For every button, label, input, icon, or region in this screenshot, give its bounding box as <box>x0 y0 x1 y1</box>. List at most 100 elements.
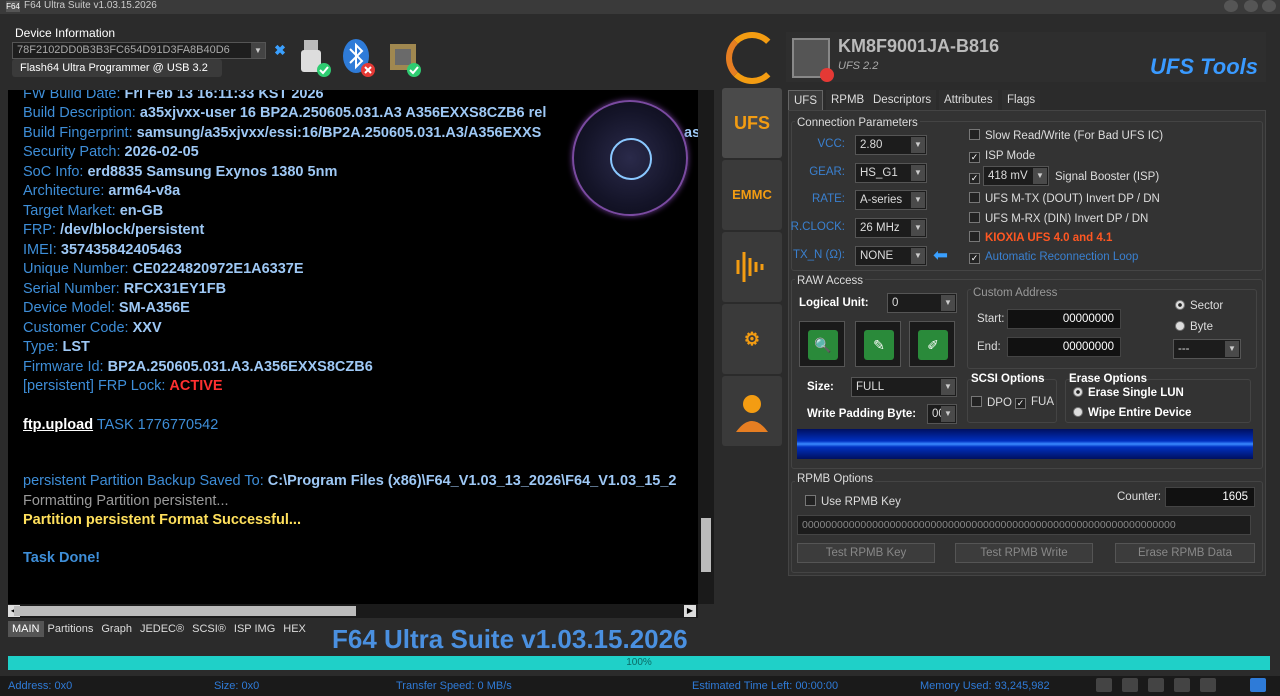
scsi-options-title: SCSI Options <box>971 373 1045 385</box>
erase-button[interactable]: ✐ <box>909 321 955 367</box>
log-line: Build Description: a35xjvxx-user 16 BP2A… <box>23 105 547 121</box>
wipe-device-radio[interactable]: Wipe Entire Device <box>1073 407 1191 419</box>
tab-flags[interactable]: Flags <box>1002 90 1041 110</box>
arrow-left-icon: ⬅ <box>933 245 949 265</box>
log-line: Firmware Id: BP2A.250605.031.A3.A356EXXS… <box>23 359 373 375</box>
sidebar-item-emmc[interactable]: EMMC <box>722 160 782 230</box>
counter-label: Counter: <box>1117 491 1162 503</box>
isp-mode-checkbox[interactable]: ✓ ISP Mode <box>969 150 1035 163</box>
app-icon: F64 <box>6 1 20 12</box>
tab-attributes[interactable]: Attributes <box>939 90 998 110</box>
raw-access-title: RAW Access <box>795 275 866 287</box>
write-button[interactable]: ✎ <box>855 321 901 367</box>
mtx-invert-checkbox[interactable]: UFS M-TX (DOUT) Invert DP / DN <box>969 192 1160 205</box>
tab-jedec[interactable]: JEDEC® <box>136 621 188 637</box>
speedometer-icon <box>572 100 688 216</box>
close-icon[interactable] <box>1262 0 1276 12</box>
title-bar: F64 F64 Ultra Suite v1.03.15.2026 <box>0 0 1280 14</box>
lun-select[interactable]: 0 ▼ <box>887 293 957 313</box>
unit-select[interactable]: --- ▼ <box>1173 339 1241 359</box>
maximize-icon[interactable] <box>1244 0 1258 12</box>
chip-name: KM8F9001JA-B816 <box>838 36 1000 56</box>
rclock-select[interactable]: 26 MHz ▼ <box>855 218 927 238</box>
end-address-field[interactable]: 00000000 <box>1007 337 1121 357</box>
status-memory: Memory Used: 93,245,982 <box>920 680 1050 692</box>
tab-scsi[interactable]: SCSI® <box>188 621 230 637</box>
refresh-icon[interactable] <box>726 32 778 84</box>
console-vertical-scrollbar[interactable] <box>698 90 714 604</box>
disconnect-icon[interactable]: ✖ <box>272 42 288 58</box>
vcc-label: VCC: <box>817 138 845 150</box>
sidebar-item-settings[interactable]: ⚙ <box>722 304 782 374</box>
log-line-backup: persistent Partition Backup Saved To: C:… <box>23 473 677 489</box>
log-line: Customer Code: XXV <box>23 320 162 336</box>
suite-banner: F64 Ultra Suite v1.03.15.2026 <box>332 624 688 654</box>
read-button[interactable]: 🔍 <box>799 321 845 367</box>
stop-icon[interactable] <box>1148 678 1164 692</box>
device-select[interactable]: 78F2102DD0B3B3FC654D91D3FA8B40D6 ▼ <box>12 42 266 59</box>
use-rpmb-key-checkbox[interactable]: Use RPMB Key <box>805 495 901 508</box>
log-line-frp-lock: [persistent] FRP Lock: ACTIVE <box>23 378 223 394</box>
test-rpmb-key-button[interactable]: Test RPMB Key <box>797 543 935 563</box>
tab-isp-img[interactable]: ISP IMG <box>230 621 279 637</box>
activity-waveform <box>797 429 1253 459</box>
tab-descriptors[interactable]: Descriptors <box>868 90 937 110</box>
tab-graph[interactable]: Graph <box>97 621 136 637</box>
minimize-icon[interactable] <box>1224 0 1238 12</box>
image-icon[interactable] <box>1122 678 1138 692</box>
log-line: Type: LST <box>23 339 90 355</box>
fua-checkbox[interactable]: ✓ FUA <box>1015 396 1054 409</box>
window-icon[interactable] <box>1174 678 1190 692</box>
home-icon[interactable] <box>1250 678 1266 692</box>
lun-label: Logical Unit: <box>799 297 869 309</box>
write-icon: ✎ <box>864 330 894 360</box>
status-speed: Transfer Speed: 0 MB/s <box>396 680 512 692</box>
rate-label: RATE: <box>811 193 845 205</box>
padding-select[interactable]: 00 ▼ <box>927 404 957 424</box>
chevron-down-icon[interactable]: ▼ <box>251 43 265 58</box>
gear-select[interactable]: HS_G1 ▼ <box>855 163 927 183</box>
reconnect-checkbox[interactable]: ✓ Automatic Reconnection Loop <box>969 251 1138 264</box>
device-id: 78F2102DD0B3B3FC654D91D3FA8B40D6 <box>17 44 230 56</box>
dpo-checkbox[interactable]: DPO <box>971 396 1012 409</box>
log-line: FW Build Date: Fri Feb 13 16:11:33 KST 2… <box>23 90 324 102</box>
window-title: F64 Ultra Suite v1.03.15.2026 <box>24 0 157 11</box>
custom-address-title: Custom Address <box>971 287 1060 299</box>
erase-lun-radio[interactable]: Erase Single LUN <box>1073 387 1184 399</box>
camera-icon[interactable] <box>1200 678 1216 692</box>
txn-select[interactable]: NONE ▼ <box>855 246 927 266</box>
kioxia-checkbox[interactable]: KIOXIA UFS 4.0 and 4.1 <box>969 231 1112 244</box>
device-info-panel: Device Information 78F2102DD0B3B3FC654D9… <box>8 22 718 84</box>
log-line: Architecture: arm64-v8a <box>23 183 181 199</box>
tab-hex[interactable]: HEX <box>279 621 310 637</box>
sidebar-item-user[interactable] <box>722 376 782 446</box>
size-select[interactable]: FULL ▼ <box>851 377 957 397</box>
ufs-tab-bar: UFS RPMB Descriptors Attributes Flags <box>788 90 1048 110</box>
erase-rpmb-button[interactable]: Erase RPMB Data <box>1115 543 1255 563</box>
test-rpmb-write-button[interactable]: Test RPMB Write <box>955 543 1093 563</box>
console-horizontal-scrollbar[interactable]: ◀ ▶ <box>8 604 698 618</box>
bottom-tab-bar: MAIN Partitions Graph JEDEC® SCSI® ISP IMG HEX <box>8 621 368 639</box>
byte-radio[interactable]: Byte <box>1175 321 1213 333</box>
start-address-field[interactable]: 00000000 <box>1007 309 1121 329</box>
booster-select[interactable]: 418 mV ▼ <box>983 166 1049 186</box>
vcc-select[interactable]: 2.80 ▼ <box>855 135 927 155</box>
sidebar: UFS EMMC ⚙ <box>722 86 782 456</box>
sector-radio[interactable]: Sector <box>1175 300 1223 312</box>
log-line-ftp: ftp.upload TASK 1776770542 <box>23 417 219 433</box>
sidebar-item-ufs[interactable]: UFS <box>722 88 782 158</box>
tab-rpmb[interactable]: RPMB <box>826 90 870 110</box>
rpmb-key-field[interactable]: 0000000000000000000000000000000000000000… <box>797 515 1251 535</box>
ufs-tools-title: UFS Tools <box>1150 54 1258 79</box>
sidebar-item-signal[interactable] <box>722 232 782 302</box>
rate-select[interactable]: A-series ▼ <box>855 190 927 210</box>
scroll-right-icon[interactable]: ▶ <box>684 605 696 617</box>
tab-partitions[interactable]: Partitions <box>44 621 98 637</box>
counter-field[interactable]: 1605 <box>1165 487 1255 507</box>
tab-ufs[interactable]: UFS <box>788 90 823 110</box>
slow-rw-checkbox[interactable]: Slow Read/Write (For Bad UFS IC) <box>969 129 1163 142</box>
refresh-icon[interactable] <box>1096 678 1112 692</box>
log-line: Unique Number: CE0224820972E1A6337E <box>23 261 304 277</box>
tab-main[interactable]: MAIN <box>8 621 44 637</box>
mrx-invert-checkbox[interactable]: UFS M-RX (DIN) Invert DP / DN <box>969 212 1148 225</box>
